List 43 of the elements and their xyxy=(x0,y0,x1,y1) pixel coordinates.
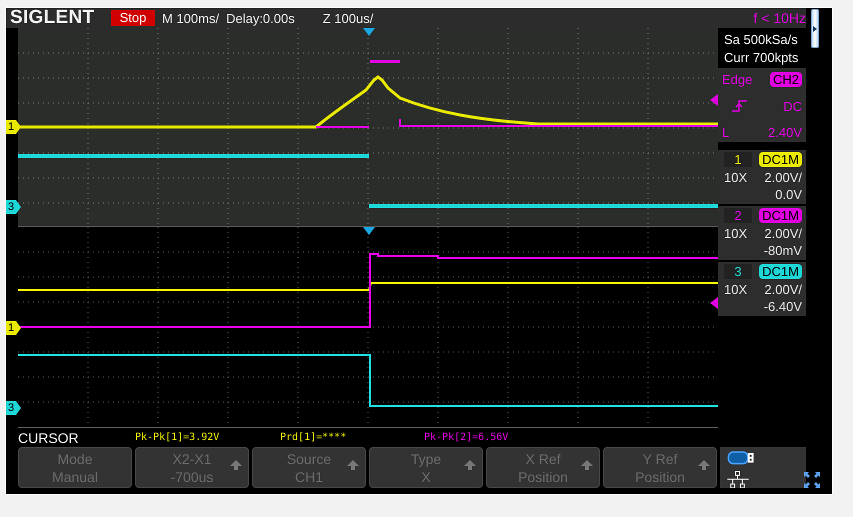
measurement-readout: Pk-Pk[1]=3.92V xyxy=(135,432,220,443)
trigger-level-value: 2.40V xyxy=(768,125,802,140)
trigger-frequency-label: f < 10Hz xyxy=(753,10,806,26)
zoom-timebase-label: Z 100us/ xyxy=(322,10,374,26)
up-arrow-icon xyxy=(347,460,359,470)
delay-label: Delay:0.00s xyxy=(226,10,295,26)
up-arrow-icon xyxy=(698,460,710,470)
measurement-readout: Pk-Pk[2]=6.56V xyxy=(424,432,508,443)
cursor-title: CURSOR xyxy=(18,430,80,446)
scale-label: 2.00V/ xyxy=(764,282,802,296)
fullscreen-icon[interactable] xyxy=(804,472,820,488)
up-arrow-icon xyxy=(230,460,242,470)
coupling-badge: DC1M xyxy=(759,264,802,279)
run-state-badge[interactable]: Stop xyxy=(111,10,155,26)
coupling-badge: DC1M xyxy=(759,152,802,167)
up-arrow-icon xyxy=(464,460,476,470)
memory-depth-label: Curr 700kpts xyxy=(724,50,800,64)
timebase-label: M 100ms/ xyxy=(162,10,220,26)
channel-number[interactable]: 3 xyxy=(724,264,752,279)
brand-logo: SIGLENT xyxy=(10,7,96,29)
scale-label: 2.00V/ xyxy=(764,170,802,184)
channel-number[interactable]: 1 xyxy=(724,152,752,167)
scale-label: 2.00V/ xyxy=(764,226,802,240)
coupling-badge: DC1M xyxy=(759,208,802,223)
marker-bar xyxy=(370,60,400,63)
usb-icon xyxy=(727,451,755,465)
probe-label: 10X xyxy=(724,170,748,184)
trigger-type-label: Edge xyxy=(722,72,752,87)
offset-label: -6.40V xyxy=(764,299,802,314)
probe-label: 10X xyxy=(724,282,748,296)
rising-edge-icon xyxy=(732,100,748,112)
offset-label: 0.0V xyxy=(775,187,802,202)
offset-label: -80mV xyxy=(764,243,802,258)
trigger-coupling-label: DC xyxy=(783,98,802,114)
measurement-readout: Prd[1]=**** xyxy=(280,432,348,443)
up-arrow-icon xyxy=(581,460,593,470)
trigger-level-label: L xyxy=(722,125,730,140)
channel-number[interactable]: 2 xyxy=(724,208,752,223)
trigger-source-badge: CH2 xyxy=(770,72,802,87)
sample-rate-label: Sa 500kSa/s xyxy=(724,32,799,46)
panel-toggle-tab[interactable] xyxy=(811,9,819,48)
probe-label: 10X xyxy=(724,226,748,240)
network-icon xyxy=(727,470,749,488)
